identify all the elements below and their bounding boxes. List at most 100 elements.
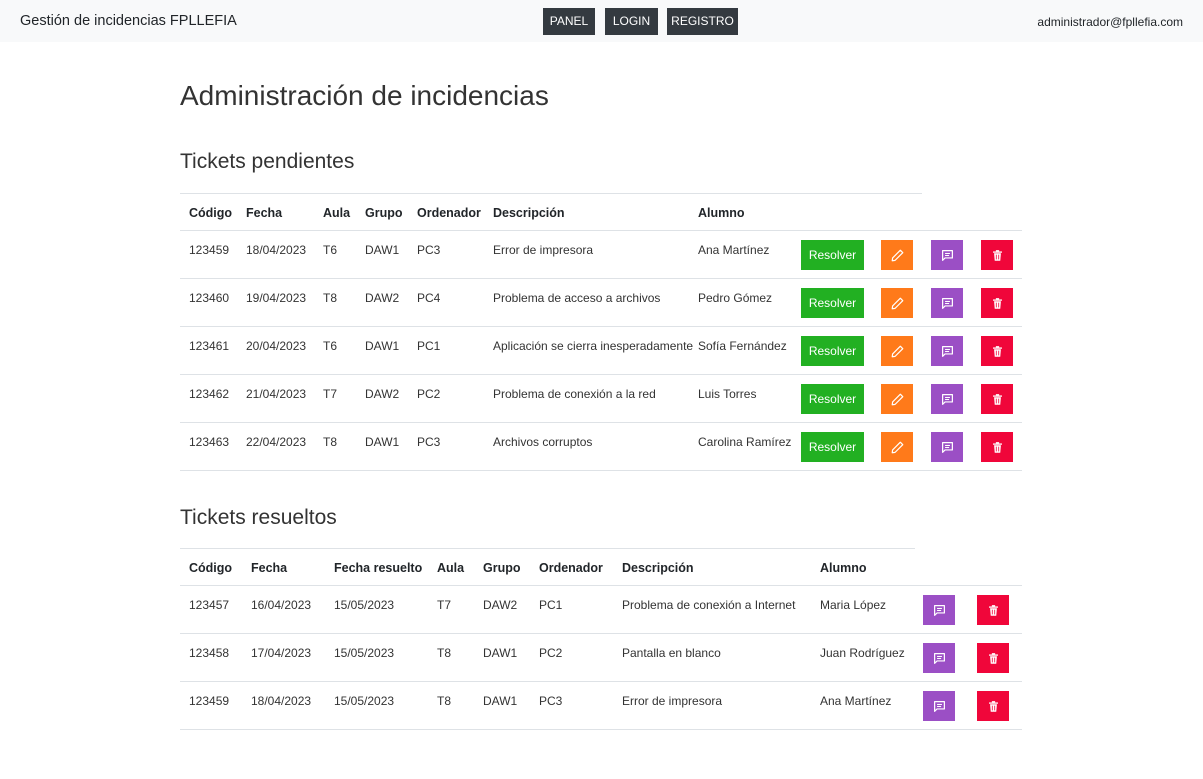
nav-panel-button[interactable]: PANEL [543, 8, 595, 35]
comment-button[interactable] [931, 240, 963, 270]
cell-ordenador: PC2 [417, 387, 441, 401]
edit-button[interactable] [881, 336, 913, 366]
pending-section-title: Tickets pendientes [180, 150, 355, 173]
trash-icon [988, 700, 998, 712]
cell-descripcion: Problema de conexión a la red [493, 387, 656, 401]
edit-button[interactable] [881, 288, 913, 318]
comment-icon [941, 345, 953, 357]
cell-grupo: DAW1 [483, 646, 518, 660]
trash-icon [988, 604, 998, 616]
cell-descripcion: Problema de conexión a Internet [622, 598, 796, 612]
header-descripcion: Descripción [622, 561, 694, 575]
delete-button[interactable] [977, 691, 1009, 721]
nav-login-button[interactable]: LOGIN [605, 8, 658, 35]
cell-descripcion: Error de impresora [622, 694, 723, 708]
table-row: 123459 18/04/2023 T6 DAW1 PC3 Error de i… [180, 230, 1022, 278]
delete-button[interactable] [977, 595, 1009, 625]
comment-icon [941, 297, 953, 309]
header-fecha: Fecha [246, 206, 283, 220]
cell-codigo: 123463 [189, 435, 230, 449]
comment-button[interactable] [923, 691, 955, 721]
header-grupo: Grupo [365, 206, 403, 220]
cell-fecha: 18/04/2023 [251, 694, 312, 708]
cell-aula: T6 [323, 339, 338, 353]
brand-title[interactable]: Gestión de incidencias FPLLEFIA [20, 13, 237, 29]
table-row: 123460 19/04/2023 T8 DAW2 PC4 Problema d… [180, 278, 1022, 326]
table-header: Código Fecha Aula Grupo Ordenador Descri… [180, 193, 1022, 230]
cell-fecha: 20/04/2023 [246, 339, 307, 353]
table-row: 123462 21/04/2023 T7 DAW2 PC2 Problema d… [180, 374, 1022, 422]
table-row: 123459 18/04/2023 15/05/2023 T8 DAW1 PC3… [180, 681, 1022, 730]
trash-icon [992, 297, 1002, 309]
cell-codigo: 123462 [189, 387, 230, 401]
cell-ordenador: PC3 [539, 694, 563, 708]
cell-codigo: 123459 [189, 243, 230, 257]
table-row: 123457 16/04/2023 15/05/2023 T7 DAW2 PC1… [180, 585, 1022, 633]
header-fecha-resuelto: Fecha resuelto [334, 561, 423, 575]
cell-aula: T8 [323, 291, 338, 305]
resolved-section-title: Tickets resueltos [180, 506, 337, 529]
comment-button[interactable] [931, 432, 963, 462]
edit-button[interactable] [881, 432, 913, 462]
cell-aula: T8 [437, 646, 452, 660]
comment-button[interactable] [923, 595, 955, 625]
trash-icon [988, 652, 998, 664]
cell-ordenador: PC1 [539, 598, 563, 612]
comment-icon [941, 249, 953, 261]
cell-descripcion: Pantalla en blanco [622, 646, 721, 660]
delete-button[interactable] [981, 384, 1013, 414]
delete-button[interactable] [981, 432, 1013, 462]
cell-fecha: 19/04/2023 [246, 291, 307, 305]
delete-button[interactable] [981, 288, 1013, 318]
comment-button[interactable] [931, 288, 963, 318]
cell-descripcion: Aplicación se cierra inesperadamente [493, 339, 694, 353]
cell-aula: T7 [437, 598, 452, 612]
cell-alumno: Carolina Ramírez [698, 435, 792, 449]
header-aula: Aula [437, 561, 465, 575]
table-header: Código Fecha Fecha resuelto Aula Grupo O… [180, 548, 1022, 585]
cell-grupo: DAW1 [483, 694, 518, 708]
resolve-button[interactable]: Resolver [801, 240, 864, 270]
pencil-icon [891, 393, 903, 405]
edit-button[interactable] [881, 384, 913, 414]
cell-grupo: DAW2 [483, 598, 518, 612]
pencil-icon [891, 249, 903, 261]
resolve-button[interactable]: Resolver [801, 384, 864, 414]
navbar: Gestión de incidencias FPLLEFIA PANEL LO… [0, 0, 1203, 42]
cell-fecha: 21/04/2023 [246, 387, 307, 401]
cell-fecha: 22/04/2023 [246, 435, 307, 449]
cell-grupo: DAW1 [365, 339, 400, 353]
nav-registro-button[interactable]: REGISTRO [667, 8, 738, 35]
delete-button[interactable] [977, 643, 1009, 673]
header-fecha: Fecha [251, 561, 288, 575]
resolve-button[interactable]: Resolver [801, 336, 864, 366]
edit-button[interactable] [881, 240, 913, 270]
table-row: 123463 22/04/2023 T8 DAW1 PC3 Archivos c… [180, 422, 1022, 471]
cell-alumno: Juan Rodríguez [820, 646, 905, 660]
delete-button[interactable] [981, 240, 1013, 270]
delete-button[interactable] [981, 336, 1013, 366]
cell-aula: T8 [323, 435, 338, 449]
cell-alumno: Sofía Fernández [698, 339, 787, 353]
cell-codigo: 123457 [189, 598, 230, 612]
table-row: 123458 17/04/2023 15/05/2023 T8 DAW1 PC2… [180, 633, 1022, 681]
header-grupo: Grupo [483, 561, 521, 575]
pencil-icon [891, 345, 903, 357]
comment-icon [933, 652, 945, 664]
cell-alumno: Ana Martínez [698, 243, 770, 257]
resolved-tickets-table: Código Fecha Fecha resuelto Aula Grupo O… [180, 548, 1022, 730]
resolve-button[interactable]: Resolver [801, 432, 864, 462]
page-title: Administración de incidencias [180, 80, 549, 111]
comment-icon [941, 393, 953, 405]
comment-button[interactable] [923, 643, 955, 673]
resolve-button[interactable]: Resolver [801, 288, 864, 318]
comment-button[interactable] [931, 336, 963, 366]
header-descripcion: Descripción [493, 206, 565, 220]
comment-icon [933, 700, 945, 712]
cell-descripcion: Problema de acceso a archivos [493, 291, 661, 305]
cell-ordenador: PC4 [417, 291, 441, 305]
cell-fecha: 16/04/2023 [251, 598, 312, 612]
cell-grupo: DAW1 [365, 243, 400, 257]
comment-button[interactable] [931, 384, 963, 414]
header-ordenador: Ordenador [539, 561, 603, 575]
